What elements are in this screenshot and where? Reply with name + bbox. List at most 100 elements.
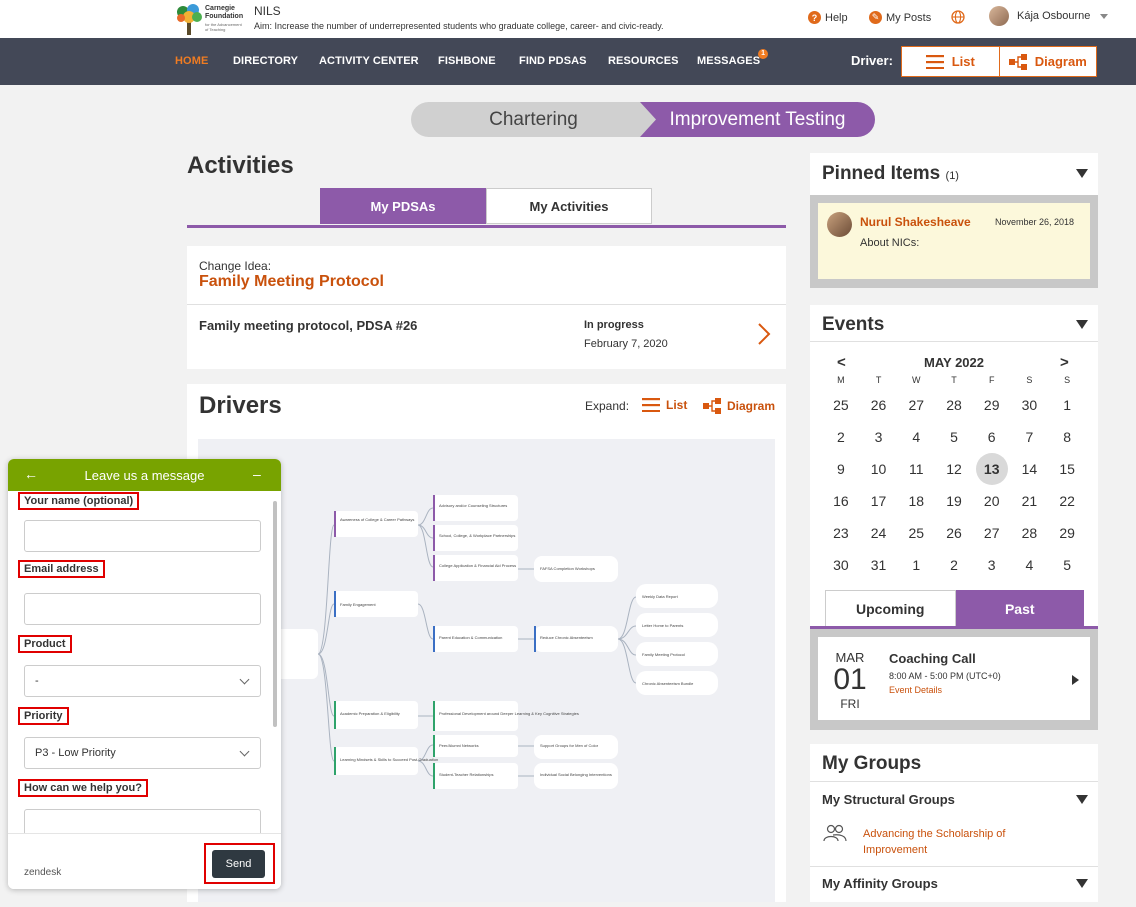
calendar-day[interactable]: 29 (1048, 517, 1086, 549)
structural-groups-heading[interactable]: My Structural Groups (822, 792, 955, 807)
pdsa-title[interactable]: Family meeting protocol, PDSA #26 (199, 318, 417, 333)
collapse-triangle-icon[interactable] (1076, 169, 1088, 178)
calendar-day[interactable]: 8 (1048, 421, 1086, 453)
phase-improvement-testing[interactable]: Improvement Testing (640, 102, 875, 137)
collapse-triangle-icon[interactable] (1076, 879, 1088, 888)
carnegie-logo[interactable]: Carnegie Foundation for the Advancement … (175, 3, 247, 35)
calendar-day[interactable]: 18 (897, 485, 935, 517)
product-select[interactable]: - (24, 665, 261, 697)
nav-messages[interactable]: MESSAGES 1 (697, 49, 769, 67)
nav-fishbone[interactable]: FISHBONE (438, 55, 496, 67)
collapse-triangle-icon[interactable] (1076, 320, 1088, 329)
affinity-groups-heading[interactable]: My Affinity Groups (822, 876, 938, 891)
calendar-day-number: 30 (1021, 397, 1038, 413)
nav-directory[interactable]: DIRECTORY (233, 55, 298, 67)
user-menu[interactable]: Kája Osbourne (989, 6, 1109, 26)
tab-my-activities[interactable]: My Activities (486, 188, 652, 224)
nav-home[interactable]: HOME (175, 55, 208, 67)
calendar-day-number: 20 (983, 493, 1000, 509)
pinned-author[interactable]: Nurul Shakesheave (860, 215, 971, 229)
calendar-day[interactable]: 16 (822, 485, 860, 517)
name-field[interactable] (24, 520, 261, 552)
calendar-day[interactable]: 7 (1011, 421, 1049, 453)
calendar-day-number: 28 (1021, 525, 1038, 541)
calendar-day[interactable]: 21 (1011, 485, 1049, 517)
calendar-day[interactable]: 30 (822, 549, 860, 581)
divider (810, 781, 1098, 782)
calendar-day[interactable]: 9 (822, 453, 860, 485)
calendar-day-number: 4 (912, 429, 921, 445)
globe-link[interactable] (951, 10, 965, 24)
calendar-day[interactable]: 12 (935, 453, 973, 485)
calendar-day[interactable]: 3 (973, 549, 1011, 581)
event-details-link[interactable]: Event Details (889, 685, 942, 695)
tab-past[interactable]: Past (955, 590, 1084, 627)
calendar-day[interactable]: 20 (973, 485, 1011, 517)
calendar-day[interactable]: 2 (822, 421, 860, 453)
driver-diagram[interactable]: ... Awareness of College & Career Pathwa… (198, 439, 775, 902)
calendar-day[interactable]: 28 (935, 389, 973, 421)
calendar-day[interactable]: 17 (860, 485, 898, 517)
activity-tabs: My PDSAs My Activities (187, 188, 786, 228)
pinned-note[interactable]: Nurul Shakesheave November 26, 2018 Abou… (818, 203, 1090, 279)
calendar-day[interactable]: 27 (897, 389, 935, 421)
expand-diagram-label: Diagram (727, 399, 776, 413)
calendar-day[interactable]: 11 (897, 453, 935, 485)
calendar-day[interactable]: 15 (1048, 453, 1086, 485)
calendar-day[interactable]: 25 (897, 517, 935, 549)
calendar-day[interactable]: 19 (935, 485, 973, 517)
calendar-day[interactable]: 10 (860, 453, 898, 485)
calendar-day[interactable]: 1 (1048, 389, 1086, 421)
calendar-day[interactable]: 27 (973, 517, 1011, 549)
minimize-icon[interactable]: – (253, 466, 261, 482)
phase-chartering[interactable]: Chartering (411, 102, 656, 137)
calendar-day[interactable]: 23 (822, 517, 860, 549)
calendar-day[interactable]: 1 (897, 549, 935, 581)
calendar-day-number: 17 (870, 493, 887, 509)
calendar-day[interactable]: 14 (1011, 453, 1049, 485)
collapse-triangle-icon[interactable] (1076, 795, 1088, 804)
calendar-day[interactable]: 28 (1011, 517, 1049, 549)
calendar-day[interactable]: 4 (897, 421, 935, 453)
node-social-belonging: Individual Social Belonging Intervention… (540, 772, 612, 777)
nav-activity-center[interactable]: ACTIVITY CENTER (319, 55, 419, 67)
my-posts-link[interactable]: ✎ My Posts (869, 11, 931, 24)
calendar-day[interactable]: 31 (860, 549, 898, 581)
driver-list-button[interactable]: List (902, 47, 1000, 76)
priority-select[interactable]: P3 - Low Priority (24, 737, 261, 769)
calendar-day[interactable]: 29 (973, 389, 1011, 421)
calendar-day[interactable]: 5 (1048, 549, 1086, 581)
calendar-day[interactable]: 2 (935, 549, 973, 581)
expand-diagram-button[interactable]: Diagram (703, 398, 775, 414)
nav-resources[interactable]: RESOURCES (608, 55, 679, 67)
calendar-day[interactable]: 6 (973, 421, 1011, 453)
tab-my-pdsas[interactable]: My PDSAs (320, 188, 486, 224)
email-field[interactable] (24, 593, 261, 625)
calendar-day-number: 5 (1063, 557, 1072, 573)
calendar-day[interactable]: 30 (1011, 389, 1049, 421)
calendar-day[interactable]: 4 (1011, 549, 1049, 581)
calendar-day[interactable]: 22 (1048, 485, 1086, 517)
driver-diagram-button[interactable]: Diagram (1000, 47, 1097, 76)
play-arrow-icon[interactable] (1072, 675, 1079, 685)
scrollbar[interactable] (273, 501, 277, 727)
calendar-day[interactable]: 24 (860, 517, 898, 549)
calendar-day[interactable]: 3 (860, 421, 898, 453)
send-button[interactable]: Send (212, 850, 265, 878)
calendar-day[interactable]: 26 (860, 389, 898, 421)
calendar-day[interactable]: 25 (822, 389, 860, 421)
expand-list-button[interactable]: List (642, 398, 687, 412)
calendar-day[interactable]: 13 (973, 453, 1011, 485)
calendar-day[interactable]: 26 (935, 517, 973, 549)
messages-badge: 1 (758, 49, 769, 59)
next-month-button[interactable]: > (1060, 354, 1069, 371)
chevron-right-icon[interactable] (757, 322, 771, 346)
event-card[interactable]: MAR 01 FRI Coaching Call 8:00 AM - 5:00 … (818, 637, 1090, 720)
help-link[interactable]: ? Help (808, 11, 848, 24)
tab-upcoming[interactable]: Upcoming (825, 590, 956, 627)
group-link[interactable]: Advancing the Scholarship of Improvement (863, 826, 1043, 858)
calendar-day[interactable]: 5 (935, 421, 973, 453)
change-idea-link[interactable]: Family Meeting Protocol (199, 273, 384, 291)
nav-find-pdsas[interactable]: FIND PDSAS (519, 55, 587, 67)
zendesk-widget: ← Leave us a message – Your name (option… (8, 459, 281, 889)
